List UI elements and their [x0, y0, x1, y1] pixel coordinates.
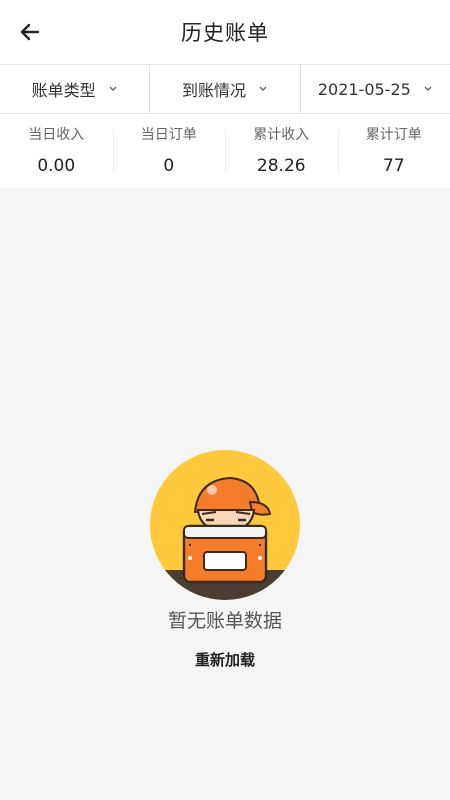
arrival-status-filter[interactable]: 到账情况: [150, 65, 301, 113]
stat-total-income: 累计收入 28.26: [225, 114, 338, 188]
stat-label: 当日收入: [28, 127, 85, 143]
empty-message: 暂无账单数据: [167, 610, 282, 632]
date-filter[interactable]: 2021-05-25: [301, 65, 450, 113]
stat-value: 0: [163, 156, 175, 176]
stats-summary: 当日收入 0.00 当日订单 0 累计收入 28.26 累计订单 77: [0, 114, 450, 188]
page-title: 历史账单: [181, 21, 269, 45]
chevron-down-icon: [108, 85, 118, 93]
empty-state: 暂无账单数据 重新加载: [0, 450, 450, 670]
filter-bar: 账单类型 到账情况 2021-05-25: [0, 64, 450, 114]
stat-label: 当日订单: [140, 127, 197, 143]
reload-button[interactable]: 重新加载: [195, 649, 255, 670]
arrow-left-icon: [20, 23, 40, 41]
date-filter-label: 2021-05-25: [317, 79, 411, 99]
arrival-status-filter-label: 到账情况: [181, 81, 246, 100]
back-button[interactable]: [14, 16, 46, 48]
stat-value: 77: [382, 156, 405, 176]
bill-type-filter-label: 账单类型: [31, 81, 96, 100]
stat-value: 0.00: [37, 156, 76, 176]
stat-daily-income: 当日收入 0.00: [0, 114, 113, 188]
stat-total-orders: 累计订单 77: [337, 114, 450, 188]
bill-type-filter[interactable]: 账单类型: [0, 65, 151, 113]
stat-label: 累计订单: [365, 127, 422, 143]
app-header: 历史账单: [0, 0, 450, 64]
stat-value: 28.26: [256, 156, 306, 176]
stat-label: 累计收入: [253, 127, 310, 143]
chevron-down-icon: [258, 85, 268, 93]
stat-daily-orders: 当日订单 0: [112, 114, 226, 188]
chevron-down-icon: [423, 85, 433, 93]
empty-box-person-illustration: [150, 450, 300, 600]
